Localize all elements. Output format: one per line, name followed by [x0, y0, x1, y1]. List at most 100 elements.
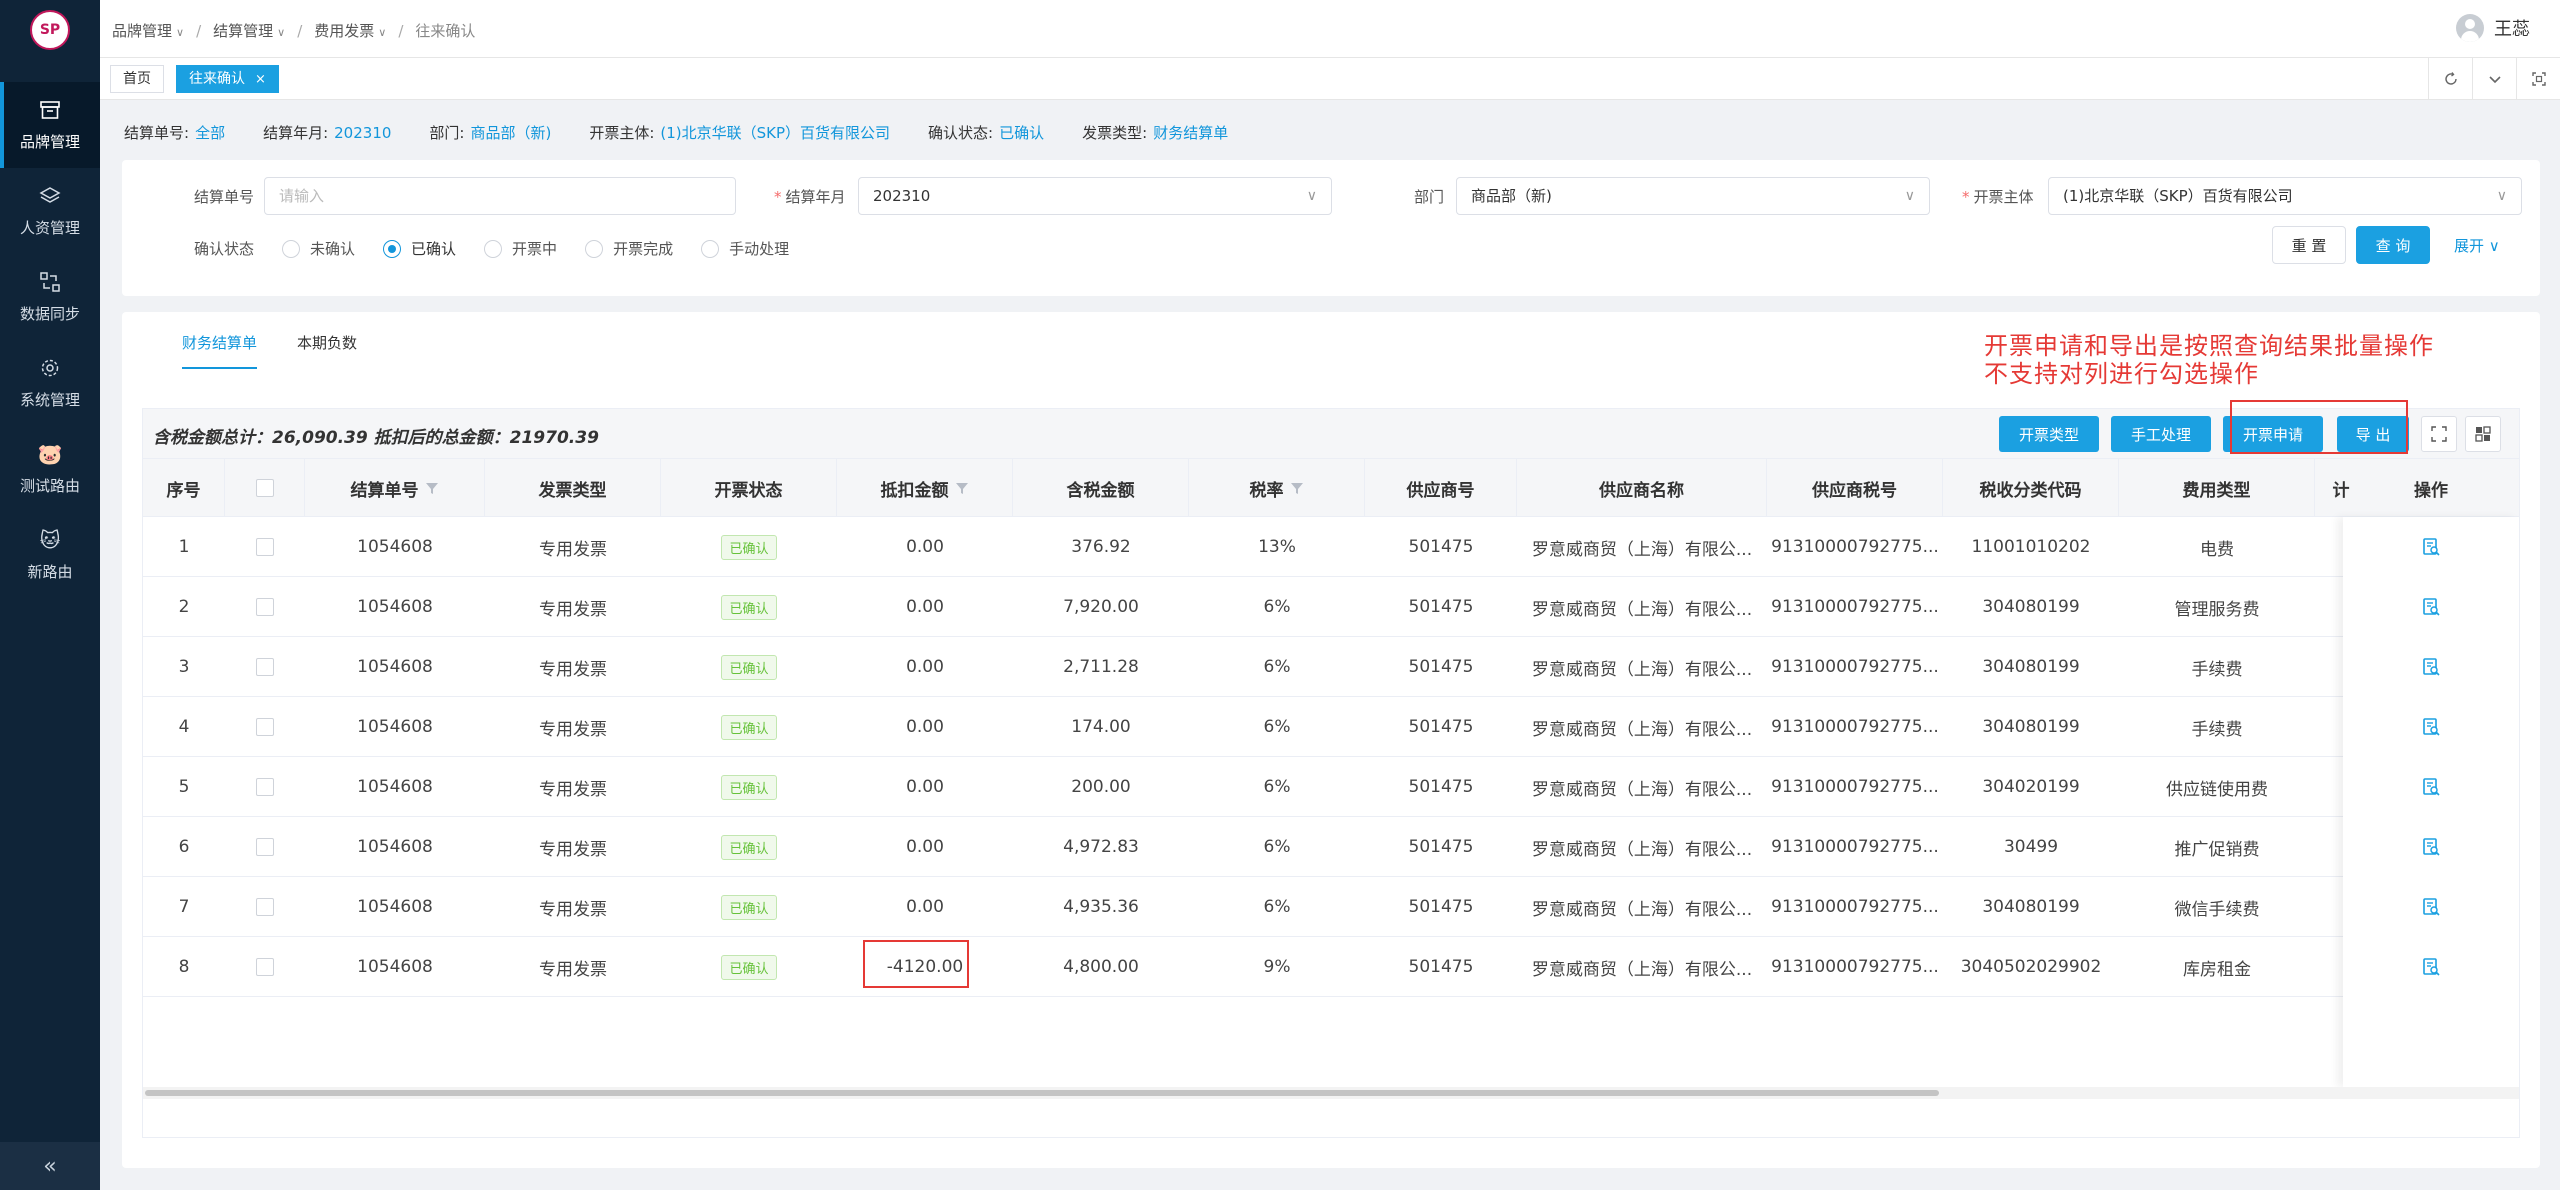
- refresh-icon[interactable]: [2428, 58, 2472, 100]
- view-detail-icon[interactable]: [2421, 777, 2441, 797]
- table-cell: 30499: [2003, 837, 2059, 857]
- view-detail-icon[interactable]: [2421, 717, 2441, 737]
- breadcrumb-item-settlement[interactable]: 结算管理 ∨: [213, 20, 285, 41]
- table-cell: 5: [178, 777, 190, 797]
- fullscreen-icon[interactable]: [2421, 416, 2457, 452]
- table-cell: 1054608: [357, 897, 433, 917]
- filter-funnel-icon[interactable]: [955, 481, 969, 495]
- manual-process-button[interactable]: 手工处理: [2111, 416, 2211, 452]
- sidebar-item-sync[interactable]: 数据同步: [0, 254, 100, 340]
- header-select-all-checkbox[interactable]: [225, 459, 305, 517]
- table-row[interactable]: 5 1054608 专用发票 已确认 0.00 200.00 6% 501475 罗意威商贸（上…: [143, 757, 2519, 817]
- table-cell: 91310000792775...: [1771, 837, 1939, 857]
- sidebar-item-label: 新路由: [27, 562, 73, 581]
- horizontal-scrollbar[interactable]: [143, 1087, 2519, 1099]
- table-cell: 罗意威商贸（上海）有限公...: [1531, 779, 1753, 800]
- table-cell: 304080199: [1982, 657, 2080, 677]
- row-checkbox[interactable]: [225, 817, 305, 877]
- sidebar-item-system[interactable]: 系统管理: [0, 340, 100, 426]
- table-cell: 4,800.00: [1063, 957, 1139, 977]
- row-operation-cell: [2343, 757, 2519, 817]
- radio-confirmed[interactable]: 已确认: [383, 238, 456, 259]
- view-detail-icon[interactable]: [2421, 597, 2441, 617]
- table-cell: 0.00: [906, 897, 944, 917]
- table-cell: 13%: [1258, 537, 1296, 557]
- expand-link[interactable]: 展开 ∨: [2454, 235, 2500, 256]
- breadcrumb-separator: /: [398, 21, 404, 40]
- status-tag: 已确认: [661, 817, 837, 877]
- status-tag: 已确认: [661, 877, 837, 937]
- user-menu[interactable]: 王蕊: [2456, 14, 2530, 42]
- row-checkbox[interactable]: [225, 877, 305, 937]
- table-cell: 4,935.36: [1063, 897, 1139, 917]
- settle-month-label: * 结算年月: [774, 188, 846, 206]
- radio-invoicing[interactable]: 开票中: [484, 238, 557, 259]
- tab-negative[interactable]: 本期负数: [297, 332, 357, 369]
- fullscreen-icon[interactable]: [2516, 58, 2560, 100]
- table-cell: 91310000792775...: [1771, 777, 1939, 797]
- close-icon[interactable]: ×: [255, 72, 266, 87]
- sidebar-item-label: 品牌管理: [19, 132, 80, 151]
- chevron-down-icon[interactable]: [2472, 58, 2516, 100]
- view-detail-icon[interactable]: [2421, 897, 2441, 917]
- row-checkbox[interactable]: [225, 577, 305, 637]
- column-settings-icon[interactable]: [2465, 416, 2501, 452]
- row-checkbox[interactable]: [225, 637, 305, 697]
- total-summary: 含税金额总计：26,090.39 抵扣后的总金额：21970.39: [153, 428, 599, 448]
- view-detail-icon[interactable]: [2421, 657, 2441, 677]
- row-checkbox[interactable]: [225, 517, 305, 577]
- filter-funnel-icon[interactable]: [1290, 481, 1304, 495]
- table-cell: 174.00: [1071, 717, 1131, 737]
- table-cell: 手续费: [2191, 659, 2243, 680]
- radio-manual[interactable]: 手动处理: [701, 238, 789, 259]
- table-cell: 1054608: [357, 597, 433, 617]
- sidebar-item-test-route[interactable]: 🐷 测试路由: [0, 426, 100, 512]
- table-row[interactable]: 4 1054608 专用发票 已确认 0.00 174.00 6% 501475 罗意威商贸（上…: [143, 697, 2519, 757]
- column-header: 抵扣金额: [837, 459, 1013, 517]
- sidebar-item-new-route[interactable]: 🐱 新路由: [0, 512, 100, 598]
- dept-select[interactable]: 商品部（新) ∨: [1456, 177, 1930, 215]
- sidebar-item-brand[interactable]: 品牌管理: [0, 82, 100, 168]
- settle-month-select[interactable]: 202310 ∨: [858, 177, 1332, 215]
- chevron-down-icon: ∨: [277, 26, 286, 39]
- radio-invoiced[interactable]: 开票完成: [585, 238, 673, 259]
- table-cell: 0.00: [906, 837, 944, 857]
- breadcrumb-item-invoice[interactable]: 费用发票 ∨: [314, 20, 386, 41]
- table-row[interactable]: 8 1054608 专用发票 已确认 -4120.00 4,800.00 9% 501475 罗…: [143, 937, 2519, 997]
- reset-button[interactable]: 重 置: [2272, 226, 2346, 264]
- sidebar-collapse-button[interactable]: «: [0, 1142, 100, 1190]
- table-row[interactable]: 2 1054608 专用发票 已确认 0.00 7,920.00 6% 501475 罗意威商贸…: [143, 577, 2519, 637]
- entity-select[interactable]: (1)北京华联（SKP）百货有限公司 ∨: [2048, 177, 2522, 215]
- table-row[interactable]: 1 1054608 专用发票 已确认 0.00 376.92 13% 501475 罗意威商贸（…: [143, 517, 2519, 577]
- brand-logo[interactable]: SP: [30, 10, 70, 50]
- view-detail-icon[interactable]: [2421, 837, 2441, 857]
- row-operation-cell: [2343, 817, 2519, 877]
- radio-unconfirmed[interactable]: 未确认: [282, 238, 355, 259]
- tab-finance-statement[interactable]: 财务结算单: [182, 332, 258, 369]
- view-detail-icon[interactable]: [2421, 957, 2441, 977]
- confirm-status-radio-group: 确认状态 未确认 已确认 开票中 开票完成 手动处理: [194, 238, 789, 259]
- column-header: 结算单号: [305, 459, 485, 517]
- settle-no-input[interactable]: 请输入: [264, 177, 736, 215]
- sub-tabs: 财务结算单 本期负数: [182, 332, 357, 369]
- invoice-type-button[interactable]: 开票类型: [1999, 416, 2099, 452]
- table-row[interactable]: 7 1054608 专用发票 已确认 0.00 4,935.36 6% 501475 罗意威商贸…: [143, 877, 2519, 937]
- filter-funnel-icon[interactable]: [425, 481, 439, 495]
- tab-home[interactable]: 首页: [110, 65, 164, 93]
- table-cell: 200.00: [1071, 777, 1131, 797]
- row-checkbox[interactable]: [225, 757, 305, 817]
- row-checkbox[interactable]: [225, 697, 305, 757]
- table-row[interactable]: 6 1054608 专用发票 已确认 0.00 4,972.83 6% 501475 罗意威商贸…: [143, 817, 2519, 877]
- breadcrumb-item-brand[interactable]: 品牌管理 ∨: [112, 20, 184, 41]
- table-cell: 专用发票: [539, 959, 607, 980]
- query-button[interactable]: 查 询: [2356, 226, 2430, 264]
- tab-confirm[interactable]: 往来确认 ×: [176, 65, 279, 93]
- sidebar-item-hr[interactable]: 人资管理: [0, 168, 100, 254]
- table-cell: 专用发票: [539, 599, 607, 620]
- scrollbar-thumb[interactable]: [145, 1090, 1939, 1096]
- table-cell: 专用发票: [539, 839, 607, 860]
- table-row[interactable]: 3 1054608 专用发票 已确认 0.00 2,711.28 6% 501475 罗意威商贸…: [143, 637, 2519, 697]
- row-checkbox[interactable]: [225, 937, 305, 997]
- view-detail-icon[interactable]: [2421, 537, 2441, 557]
- column-header: 费用类型: [2119, 459, 2315, 517]
